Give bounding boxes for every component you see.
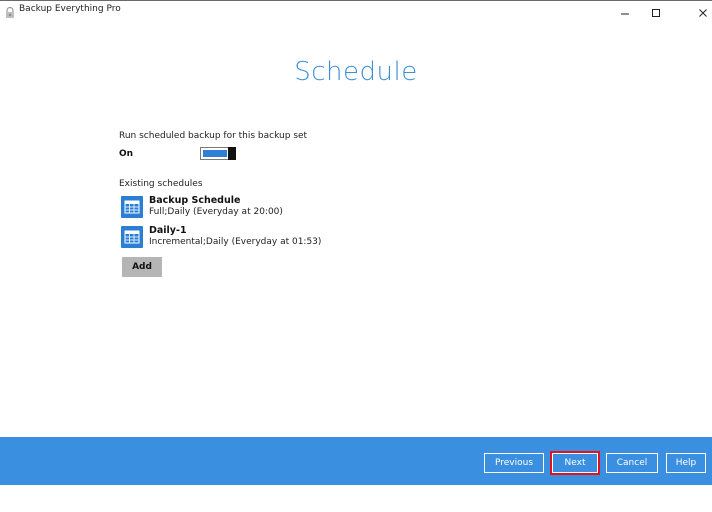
window-title: Backup Everything Pro	[19, 4, 121, 14]
schedule-detail: Full;Daily (Everyday at 20:00)	[149, 207, 283, 217]
toggle-fill	[203, 150, 227, 157]
run-scheduled-label: Run scheduled backup for this backup set	[119, 131, 308, 141]
calendar-icon	[121, 226, 143, 248]
minimize-icon	[620, 3, 630, 22]
existing-schedules-label: Existing schedules	[119, 179, 203, 189]
toggle-knob[interactable]	[228, 147, 236, 160]
app-lock-icon	[4, 4, 16, 18]
scheduled-backup-toggle[interactable]	[200, 147, 236, 160]
close-button[interactable]	[690, 1, 712, 23]
close-icon	[698, 3, 708, 22]
next-button[interactable]: Next	[550, 451, 600, 475]
minimize-button[interactable]	[612, 1, 638, 23]
help-button[interactable]: Help	[666, 453, 706, 473]
schedule-name: Daily-1	[149, 225, 187, 236]
calendar-icon	[121, 196, 143, 218]
maximize-button[interactable]	[643, 1, 669, 23]
title-bar: Backup Everything Pro	[0, 1, 712, 29]
schedule-item-backup-schedule[interactable]: Backup Schedule Full;Daily (Everyday at …	[121, 195, 381, 221]
schedule-item-daily-1[interactable]: Daily-1 Incremental;Daily (Everyday at 0…	[121, 225, 381, 251]
maximize-icon	[651, 3, 661, 22]
page-title: Schedule	[294, 57, 418, 87]
previous-button[interactable]: Previous	[484, 453, 544, 473]
app-window: Backup Everything Pro Schedule Run sched…	[0, 0, 712, 512]
schedule-detail: Incremental;Daily (Everyday at 01:53)	[149, 237, 322, 247]
toggle-state-label: On	[119, 149, 134, 159]
wizard-footer: Previous Next Cancel Help	[0, 437, 712, 485]
add-schedule-button[interactable]: Add	[122, 257, 162, 277]
cancel-button[interactable]: Cancel	[606, 453, 658, 473]
schedule-name: Backup Schedule	[149, 195, 241, 206]
